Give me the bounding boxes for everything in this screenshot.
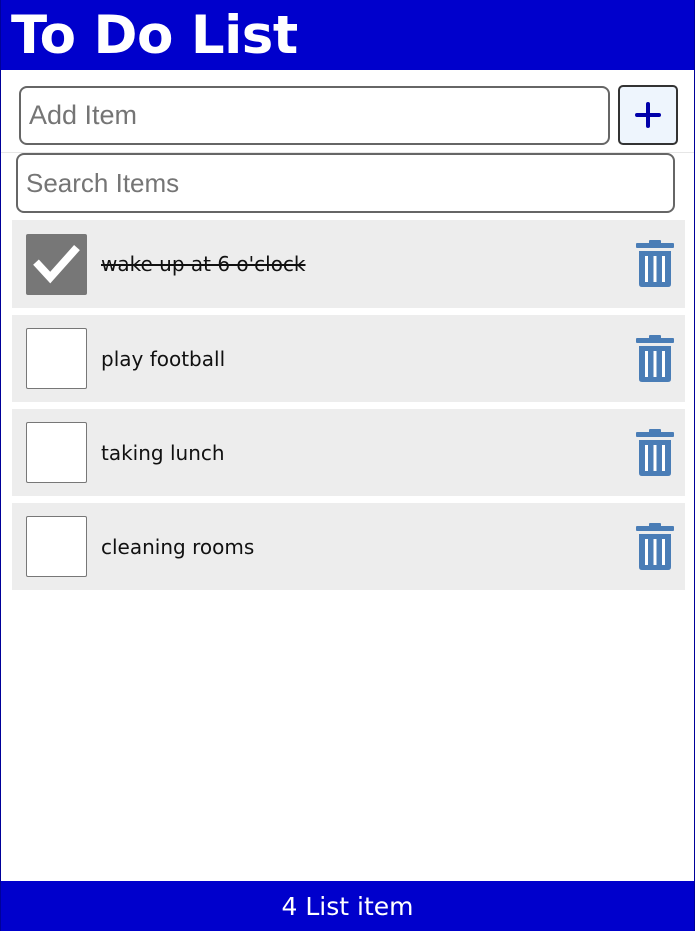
item-count-text: 4 List item <box>281 891 414 921</box>
item-checkbox[interactable] <box>26 328 87 389</box>
search-input[interactable] <box>16 153 675 213</box>
trash-icon[interactable] <box>635 522 675 571</box>
item-label: cleaning rooms <box>101 534 255 559</box>
list-item: cleaning rooms <box>12 503 685 590</box>
item-label: wake up at 6 o'clock <box>101 252 306 276</box>
search-row <box>1 153 694 220</box>
trash-icon[interactable] <box>635 428 675 477</box>
add-item-input[interactable] <box>19 86 610 145</box>
item-checkbox[interactable] <box>26 516 87 577</box>
item-checkbox[interactable] <box>26 422 87 483</box>
app-footer: 4 List item <box>1 881 694 931</box>
list-item: wake up at 6 o'clock <box>12 220 685 308</box>
item-checkbox-checked[interactable] <box>26 234 87 295</box>
item-label: play football <box>101 346 226 371</box>
app-header: To Do List <box>1 0 694 70</box>
todo-list: wake up at 6 o'clock play football takin… <box>12 220 685 597</box>
list-item: play football <box>12 315 685 402</box>
page-title: To Do List <box>11 5 298 66</box>
add-item-row <box>1 70 694 153</box>
list-item: taking lunch <box>12 409 685 496</box>
plus-icon <box>635 102 661 128</box>
checkmark-icon <box>33 245 80 284</box>
trash-icon[interactable] <box>635 240 675 288</box>
add-item-button[interactable] <box>618 85 678 145</box>
trash-icon[interactable] <box>635 334 675 383</box>
item-label: taking lunch <box>101 440 225 465</box>
todo-app: To Do List wake up at 6 o'clock <box>0 0 695 931</box>
